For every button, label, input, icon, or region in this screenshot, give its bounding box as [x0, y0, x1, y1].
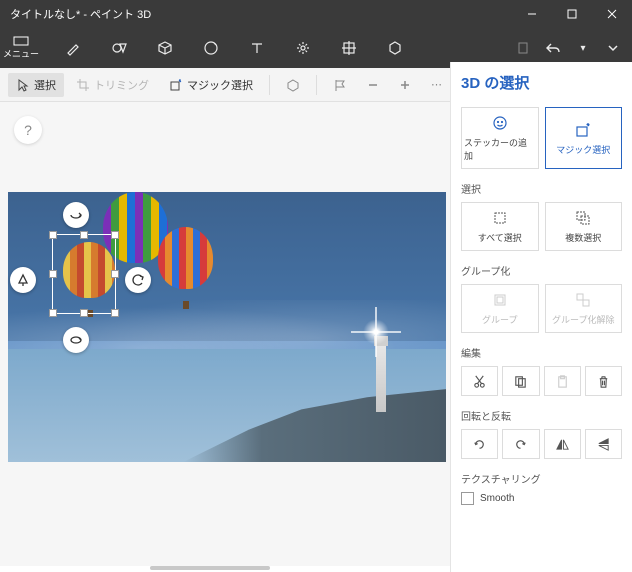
separator: [269, 75, 270, 95]
flip-horizontal-button[interactable]: [544, 429, 581, 459]
group-button[interactable]: グループ: [461, 284, 539, 333]
text-icon[interactable]: [248, 39, 266, 57]
section-select-label: 選択: [461, 181, 622, 196]
resize-handle[interactable]: [111, 231, 119, 239]
cut-button[interactable]: [461, 366, 498, 396]
zoom-out-button[interactable]: [359, 75, 387, 95]
section-rotate-label: 回転と反転: [461, 408, 622, 423]
more-button[interactable]: ⋯: [423, 74, 452, 95]
paste-button[interactable]: [544, 366, 581, 396]
copy-button[interactable]: [502, 366, 539, 396]
shapes-2d-icon[interactable]: [110, 39, 128, 57]
lighthouse-graphic: [376, 342, 386, 412]
undo-icon[interactable]: [544, 39, 562, 57]
flag-button[interactable]: [325, 74, 355, 96]
smooth-label: Smooth: [480, 493, 514, 504]
delete-button[interactable]: [585, 366, 622, 396]
crop-label: トリミング: [94, 77, 149, 93]
menu-label: メニュー: [3, 47, 39, 60]
rotate-y-handle[interactable]: [63, 327, 89, 353]
paste-icon[interactable]: [514, 39, 532, 57]
menu-button[interactable]: メニュー: [0, 36, 42, 60]
titlebar: タイトルなし* - ペイント 3D: [0, 0, 632, 28]
chevron-down-icon[interactable]: [604, 39, 622, 57]
resize-handle[interactable]: [49, 270, 57, 278]
magic-select-label: マジック選択: [187, 77, 253, 93]
maximize-button[interactable]: [552, 0, 592, 28]
side-panel: 3D の選択 ステッカーの追加 マジック選択 選択 すべて選択 複数選択 グルー…: [450, 62, 632, 572]
select-label: 選択: [34, 77, 56, 93]
resize-handle[interactable]: [49, 309, 57, 317]
brush-tool-icon[interactable]: [64, 39, 82, 57]
rotate-x-handle[interactable]: [63, 202, 89, 228]
canvas-icon[interactable]: [340, 39, 358, 57]
balloon-graphic: [158, 227, 213, 309]
sticker-add-button[interactable]: ステッカーの追加: [461, 107, 539, 169]
ungroup-icon: [574, 291, 592, 309]
depth-handle[interactable]: [10, 267, 36, 293]
group-icon: [491, 291, 509, 309]
section-texture-label: テクスチャリング: [461, 471, 622, 486]
ungroup-button[interactable]: グループ化解除: [545, 284, 623, 333]
close-button[interactable]: [592, 0, 632, 28]
select-tool[interactable]: 選択: [8, 73, 64, 97]
workspace: ?: [0, 102, 450, 566]
resize-handle[interactable]: [49, 231, 57, 239]
multi-select-icon: [574, 209, 592, 227]
smooth-checkbox[interactable]: [461, 492, 474, 505]
magic-select-button[interactable]: マジック選択: [545, 107, 623, 169]
resize-handle[interactable]: [111, 309, 119, 317]
panel-title: 3D の選択: [461, 72, 622, 93]
zoom-in-button[interactable]: [391, 75, 419, 95]
minimize-button[interactable]: [512, 0, 552, 28]
redo-dropdown-icon[interactable]: ▾: [574, 39, 592, 57]
sticker-icon: [491, 114, 509, 132]
select-all-icon: [491, 209, 509, 227]
multi-select-button[interactable]: 複数選択: [545, 202, 623, 251]
library-3d-icon[interactable]: [386, 39, 404, 57]
magic-select-icon: [574, 121, 592, 139]
effects-icon[interactable]: [294, 39, 312, 57]
section-edit-label: 編集: [461, 345, 622, 360]
crop-tool[interactable]: トリミング: [68, 73, 157, 97]
shapes-3d-icon[interactable]: [156, 39, 174, 57]
rotate-z-handle[interactable]: [125, 267, 151, 293]
help-button[interactable]: ?: [14, 116, 42, 144]
resize-handle[interactable]: [111, 270, 119, 278]
resize-handle[interactable]: [80, 309, 88, 317]
separator: [316, 75, 317, 95]
flip-vertical-button[interactable]: [585, 429, 622, 459]
rotate-cw-button[interactable]: [502, 429, 539, 459]
select-all-button[interactable]: すべて選択: [461, 202, 539, 251]
window-title: タイトルなし* - ペイント 3D: [10, 6, 512, 22]
resize-handle[interactable]: [80, 231, 88, 239]
stickers-icon[interactable]: [202, 39, 220, 57]
horizontal-scrollbar[interactable]: [150, 566, 270, 570]
section-group-label: グループ化: [461, 263, 622, 278]
rotate-ccw-button[interactable]: [461, 429, 498, 459]
magic-select-tool[interactable]: マジック選択: [161, 73, 261, 97]
selection-box[interactable]: [52, 234, 116, 314]
view-3d-button[interactable]: [278, 74, 308, 96]
